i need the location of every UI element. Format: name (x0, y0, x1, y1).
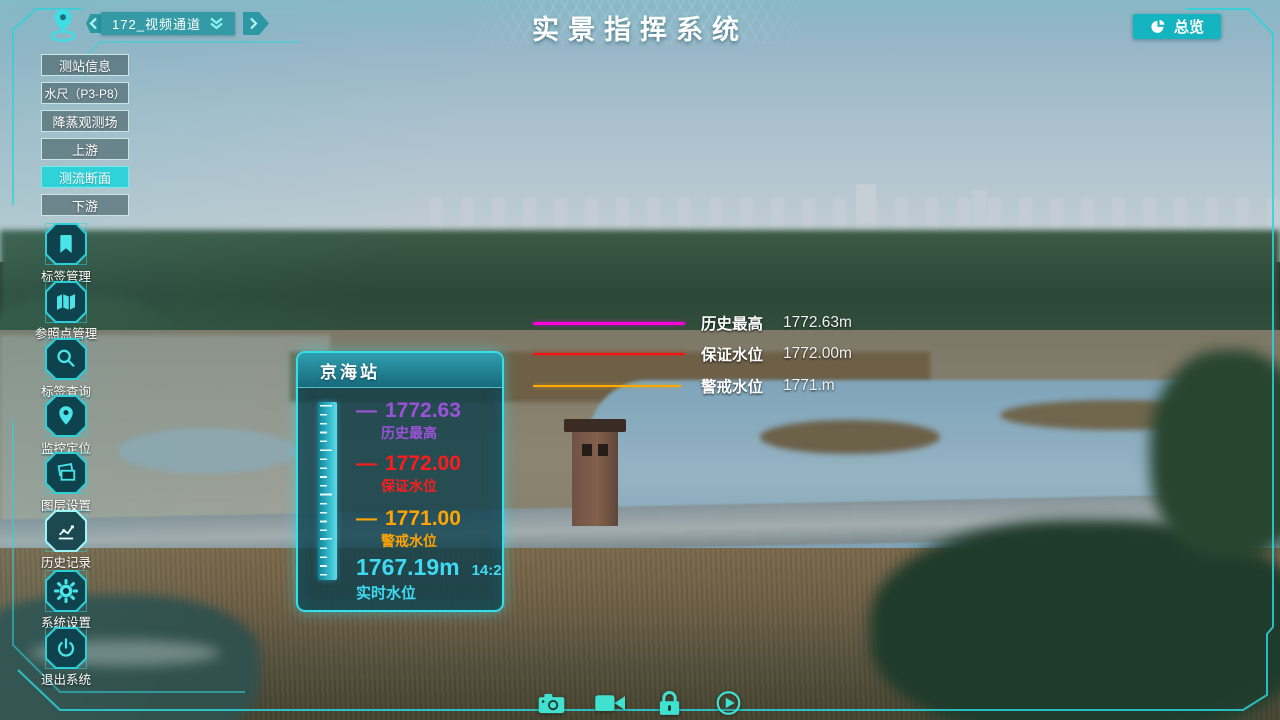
level-number: 1772.00 (385, 452, 461, 476)
power-icon (51, 633, 81, 663)
sidebar-item-evaporation[interactable]: 降蒸观测场 (41, 110, 129, 132)
exit-system-label: 退出系统 (26, 669, 106, 688)
layer-settings-button[interactable] (45, 452, 87, 494)
camera-icon (536, 690, 568, 717)
warning-line-value: 1771.m (783, 377, 835, 395)
level-dash: — (356, 399, 377, 423)
tag-manage-button[interactable] (45, 223, 87, 265)
tag-search-button[interactable] (45, 338, 87, 380)
warning-level-value: — 1771.00 (356, 507, 461, 531)
overview-button[interactable]: 总览 (1133, 14, 1221, 39)
video-camera-icon (593, 691, 628, 716)
level-number: 1771.00 (385, 507, 461, 531)
exit-system-button[interactable] (45, 627, 87, 669)
guarantee-line-value: 1772.00m (783, 345, 852, 363)
gear-icon (51, 576, 81, 606)
bookmark-icon (51, 229, 81, 259)
sidebar-item-flow-section[interactable]: 测流断面 (41, 166, 129, 188)
reference-point-button[interactable] (45, 281, 87, 323)
play-icon (715, 689, 743, 717)
historic-max-line-row: 历史最高 1772.63m (533, 312, 852, 334)
lock-button[interactable] (651, 687, 689, 719)
guarantee-level-value: — 1772.00 (356, 452, 461, 476)
history-chart-icon (51, 516, 81, 546)
page-title: 实景指挥系统 (0, 8, 1280, 47)
station-panel: 京海站 — 1772.63 历史最高 — 1772.00 保证水位 — 1771… (296, 351, 504, 612)
lock-icon (656, 688, 684, 718)
historic-max-line-value: 1772.63m (783, 314, 852, 332)
guarantee-line-row: 保证水位 1772.00m (533, 343, 852, 365)
system-settings-button[interactable] (45, 570, 87, 612)
historic-max-line (533, 322, 685, 325)
historic-max-value: — 1772.63 (356, 399, 461, 423)
sidebar-item-downstream[interactable]: 下游 (41, 194, 129, 216)
warning-level-label: 警戒水位 (381, 531, 437, 551)
realtime-number: 1767.19m (356, 554, 460, 581)
historic-max-line-label: 历史最高 (701, 312, 771, 334)
guarantee-line (533, 353, 685, 356)
warning-line-row: 警戒水位 1771.m (533, 375, 835, 397)
warning-line-label: 警戒水位 (701, 375, 771, 397)
guarantee-level-label: 保证水位 (381, 476, 437, 496)
realtime-level-value: 1767.19m 14:20 (356, 554, 504, 581)
water-level-ruler (318, 402, 337, 580)
pie-chart-icon (1150, 18, 1167, 35)
level-number: 1772.63 (385, 399, 461, 423)
search-icon (51, 344, 81, 374)
history-record-label: 历史记录 (26, 552, 106, 571)
sidebar-item-station-info[interactable]: 测站信息 (41, 54, 129, 76)
realtime-level-label: 实时水位 (356, 582, 416, 603)
layers-icon (51, 458, 81, 488)
record-button[interactable] (592, 687, 630, 719)
sidebar-item-water-gauge[interactable]: 水尺（P3-P8） (41, 82, 129, 104)
historic-max-label: 历史最高 (381, 423, 437, 443)
station-panel-title: 京海站 (298, 353, 502, 388)
bottom-toolbar (533, 687, 748, 719)
realtime-time: 14:20 (472, 562, 504, 579)
warning-line (533, 385, 681, 388)
level-dash: — (356, 507, 377, 531)
snapshot-button[interactable] (533, 687, 571, 719)
guarantee-line-label: 保证水位 (701, 343, 771, 365)
history-record-button[interactable] (45, 510, 87, 552)
location-pin-icon (51, 401, 81, 431)
overview-label: 总览 (1174, 16, 1204, 37)
playback-button[interactable] (710, 687, 748, 719)
level-dash: — (356, 452, 377, 476)
real-scene-command-screen: 172_视频通道 实景指挥系统 总览 测站信息 水尺（P3-P8） 降蒸观测场 … (0, 0, 1280, 720)
sidebar-item-upstream[interactable]: 上游 (41, 138, 129, 160)
monitor-locate-button[interactable] (45, 395, 87, 437)
map-icon (51, 287, 81, 317)
